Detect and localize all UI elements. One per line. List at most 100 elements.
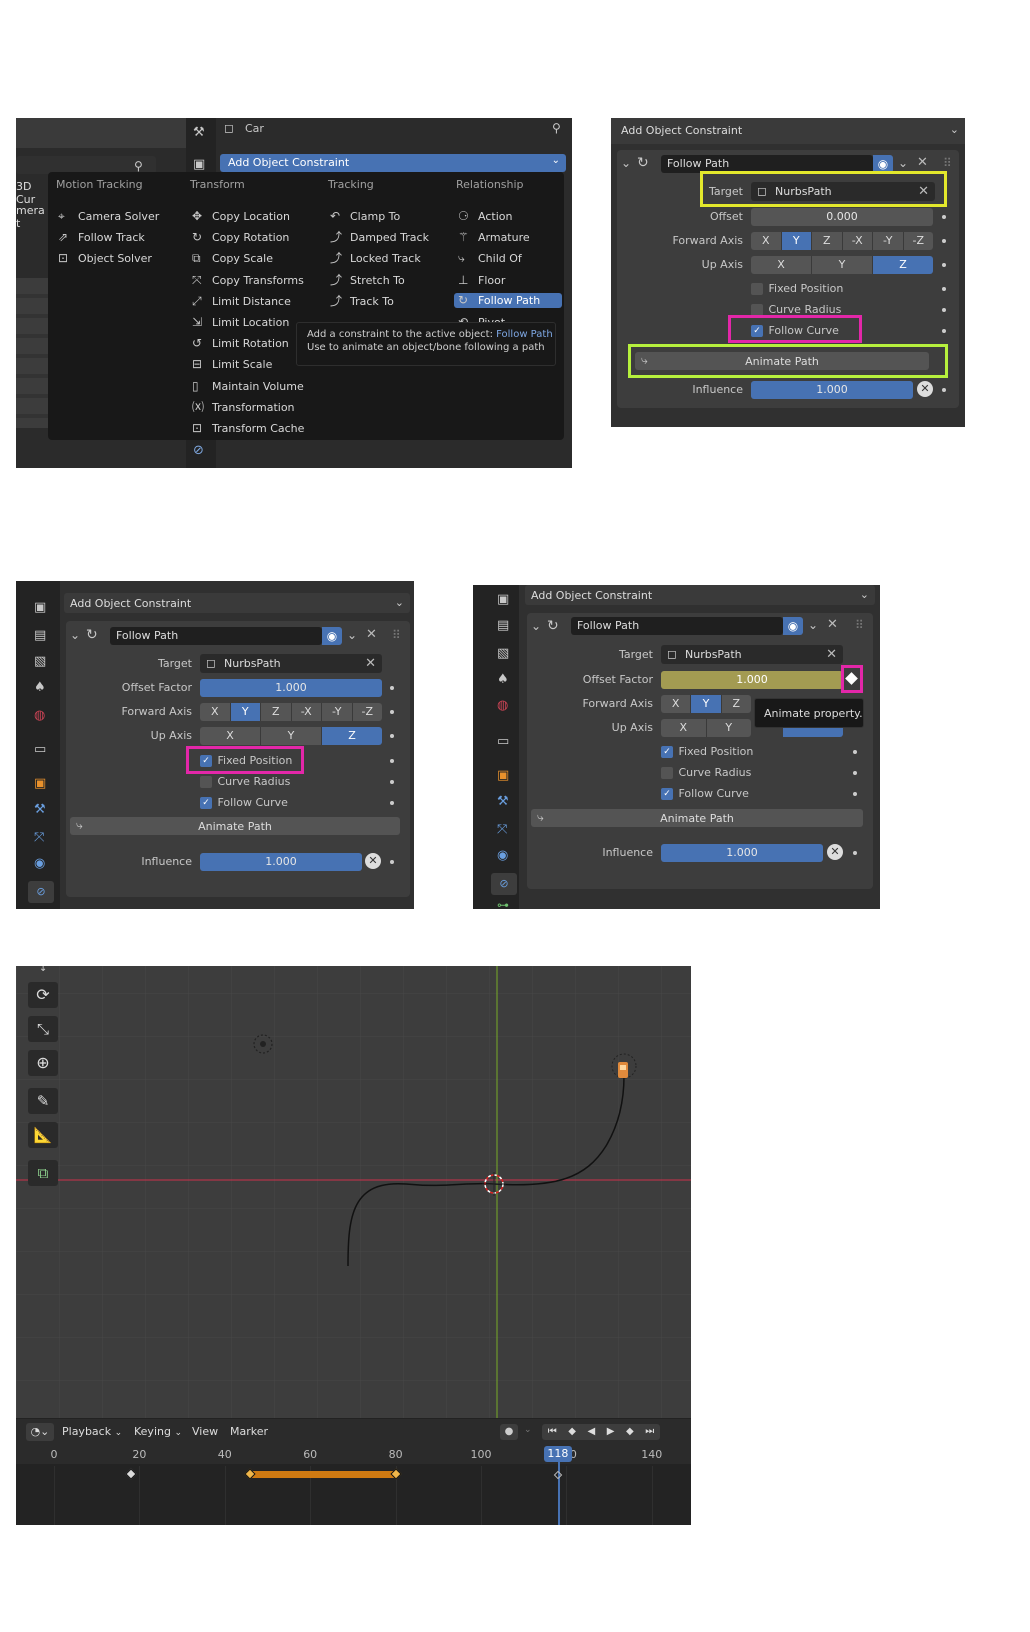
constraint-name-field[interactable]: Follow Path <box>571 617 783 635</box>
axis-option-y[interactable]: Y <box>781 232 812 250</box>
up-axis-selector[interactable]: XY <box>661 719 751 737</box>
current-frame-indicator[interactable]: 118 <box>543 1446 572 1462</box>
move-icon[interactable]: ↓ <box>39 966 47 974</box>
target-field[interactable]: ◻ NurbsPath ✕ <box>751 182 935 201</box>
axis-option-x[interactable]: X <box>200 727 261 745</box>
keyframe-dot[interactable] <box>853 851 857 855</box>
menu-item-stretch-to[interactable]: ⤴ Stretch To <box>330 274 405 287</box>
chevron-down-icon[interactable]: ⌄ <box>347 629 357 641</box>
animate-path-button[interactable]: ⤷ Animate Path <box>635 352 929 370</box>
keyframe-dot[interactable] <box>390 801 394 805</box>
axis-option-x[interactable]: X <box>751 256 812 274</box>
panel-header[interactable]: Add Object Constraint ⌄ <box>525 585 875 605</box>
disable-keep-transform-icon[interactable]: ✕ <box>917 381 933 397</box>
offset-field[interactable]: 0.000 <box>751 208 933 226</box>
keyframe-dot[interactable] <box>390 710 394 714</box>
keyframe-dot[interactable] <box>853 750 857 754</box>
object-tab-icon[interactable]: ▣ <box>497 769 509 782</box>
drag-handle-icon[interactable]: ⠿ <box>943 157 952 169</box>
animate-path-button[interactable]: ⤷ Animate Path <box>70 817 400 835</box>
eye-icon[interactable]: ◉ <box>322 627 342 645</box>
axis-option-y[interactable]: Y <box>812 256 873 274</box>
physics-tab-icon[interactable]: ◉ <box>497 849 508 862</box>
output-tab-icon[interactable]: ▧ <box>34 655 46 668</box>
fixed-position-checkbox[interactable]: Fixed Position <box>751 282 843 295</box>
menu-playback[interactable]: Playback ⌄ <box>62 1425 122 1438</box>
menu-item-floor[interactable]: ⊥ Floor <box>458 274 505 287</box>
play-reverse-icon[interactable]: ◀ <box>588 1424 596 1440</box>
menu-item-object-solver[interactable]: ⊡ Object Solver <box>58 252 152 265</box>
keyframe-dot[interactable] <box>390 860 394 864</box>
axis-option-z[interactable]: Z <box>721 695 751 713</box>
keyframe-dot[interactable] <box>390 780 394 784</box>
keyframe-dot[interactable] <box>853 792 857 796</box>
axis-option-y[interactable]: Y <box>230 703 261 721</box>
drag-handle-icon[interactable]: ⠿ <box>855 619 864 631</box>
forward-axis-selector[interactable]: X Y Z -X -Y -Z <box>751 232 933 250</box>
close-icon[interactable]: ✕ <box>366 627 377 642</box>
keyframe-dot[interactable] <box>853 771 857 775</box>
object-tab-icon[interactable]: ▣ <box>34 777 46 790</box>
axis-option-z[interactable]: Z <box>812 232 843 250</box>
world-tab-icon[interactable]: ◍ <box>497 699 508 712</box>
editor-type-icon[interactable]: ◔⌄ <box>26 1423 54 1441</box>
close-icon[interactable]: ✕ <box>827 617 838 632</box>
axis-option-y[interactable]: Y <box>706 719 751 737</box>
constraint-tab-icon[interactable]: ⊘ <box>28 881 54 903</box>
menu-item-copy-transforms[interactable]: ⤧ Copy Transforms <box>192 274 304 287</box>
constraint-name-field[interactable]: Follow Path <box>110 627 322 645</box>
eye-icon[interactable]: ◉ <box>783 617 803 635</box>
influence-slider[interactable]: 1.000 <box>751 381 913 399</box>
measure-tool-icon[interactable]: 📐 <box>28 1122 58 1148</box>
offset-factor-field[interactable]: 1.000 <box>200 679 382 697</box>
viewport-canvas[interactable] <box>16 966 691 1418</box>
axis-option-neg-z[interactable]: -Z <box>903 232 933 250</box>
chevron-down-icon[interactable]: ⌄ <box>898 157 908 169</box>
collection-tab-icon[interactable]: ▭ <box>34 743 46 756</box>
axis-option-neg-z[interactable]: -Z <box>352 703 382 721</box>
keyframe-dot[interactable] <box>942 215 946 219</box>
constraint-tab-icon[interactable]: ⊘ <box>491 873 517 895</box>
particles-tab-icon[interactable]: ⤧ <box>497 823 507 836</box>
render-tab-icon[interactable]: ▣ <box>193 158 205 171</box>
particles-tab-icon[interactable]: ⤧ <box>34 831 44 844</box>
fixed-position-checkbox[interactable]: ✓ Fixed Position <box>661 745 753 758</box>
menu-keying[interactable]: Keying ⌄ <box>134 1425 182 1438</box>
panel-header[interactable]: Add Object Constraint ⌄ <box>64 593 410 613</box>
menu-item-armature[interactable]: ⚚ Armature <box>458 231 530 244</box>
fixed-position-checkbox[interactable]: ✓ Fixed Position <box>200 754 292 767</box>
view-layer-tab-icon[interactable]: ♠ <box>34 681 46 694</box>
menu-item-transform-cache[interactable]: ⊡ Transform Cache <box>192 422 304 435</box>
menu-item-copy-scale[interactable]: ⧉ Copy Scale <box>192 252 273 265</box>
axis-option-x[interactable]: X <box>661 695 692 713</box>
collection-tab-icon[interactable]: ▭ <box>497 735 509 748</box>
menu-item-copy-location[interactable]: ✥ Copy Location <box>192 210 290 223</box>
prev-keyframe-icon[interactable]: ◆ <box>568 1424 576 1440</box>
keyframe-dot[interactable] <box>942 263 946 267</box>
chevron-down-icon[interactable]: ⌄ <box>808 619 818 631</box>
keyframe-dot[interactable] <box>942 239 946 243</box>
curve-radius-checkbox[interactable]: Curve Radius <box>661 766 751 779</box>
menu-item-maintain-volume[interactable]: ▯ Maintain Volume <box>192 380 304 393</box>
menu-item-track-to[interactable]: ⤴ Track To <box>330 295 394 308</box>
menu-item-locked-track[interactable]: ⤴ Locked Track <box>330 252 421 265</box>
tool-tab-icon[interactable]: ▣ <box>34 601 46 614</box>
menu-item-child-of[interactable]: ⤷ Child Of <box>458 252 522 265</box>
close-icon[interactable]: ✕ <box>917 155 928 170</box>
menu-item-limit-scale[interactable]: ⊟ Limit Scale <box>192 358 272 371</box>
render-tab-icon[interactable]: ▤ <box>34 629 46 642</box>
clear-icon[interactable]: ✕ <box>365 656 376 671</box>
keyframe-dot[interactable] <box>942 329 946 333</box>
constraint-tab-icon[interactable]: ⊘ <box>193 444 204 457</box>
follow-curve-checkbox[interactable]: ✓ Follow Curve <box>661 787 749 800</box>
disable-keep-transform-icon[interactable]: ✕ <box>827 844 843 860</box>
menu-item-follow-track[interactable]: ⇗ Follow Track <box>58 231 145 244</box>
influence-slider[interactable]: 1.000 <box>200 853 362 871</box>
collapse-icon[interactable]: ⌄ <box>621 157 631 169</box>
axis-option-y[interactable]: Y <box>691 695 722 713</box>
view-layer-tab-icon[interactable]: ♠ <box>497 673 509 686</box>
axis-option-x[interactable]: X <box>751 232 782 250</box>
menu-item-camera-solver[interactable]: ⌖ Camera Solver <box>58 210 159 223</box>
tool-tab-icon[interactable]: ⚒ <box>193 126 205 139</box>
axis-option-z[interactable]: Z <box>322 727 382 745</box>
